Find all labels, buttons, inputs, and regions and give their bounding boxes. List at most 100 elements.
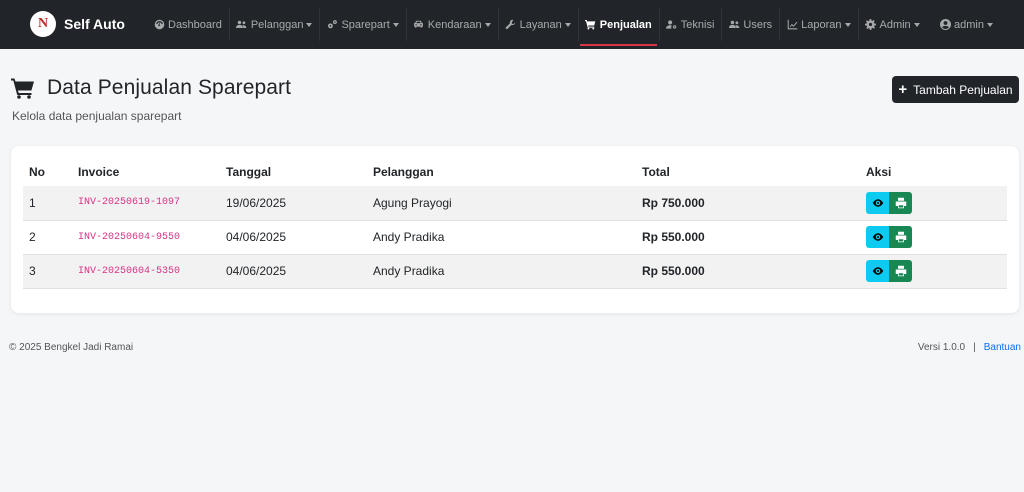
cell-invoice: INV-20250604-5350 — [72, 254, 220, 289]
nav-menu: Dashboard Pelanggan Sparepart Kendaraan … — [146, 0, 927, 49]
eye-icon — [872, 199, 883, 207]
column-header-invoice: Invoice — [78, 165, 120, 179]
help-link[interactable]: Bantuan — [984, 342, 1021, 353]
column-header-pelanggan: Pelanggan — [373, 165, 434, 179]
user-circle-icon — [939, 19, 951, 31]
cell-tanggal: 04/06/2025 — [220, 254, 367, 289]
nav-item-label: Users — [743, 18, 773, 31]
brand-logo-icon: N — [30, 11, 56, 37]
caret-down-icon — [844, 22, 851, 27]
add-sale-button-label: Tambah Penjualan — [913, 82, 1013, 97]
caret-down-icon — [484, 22, 491, 27]
cell-pelanggan: Andy Pradika — [367, 254, 636, 289]
column-header-total: Total — [642, 165, 670, 179]
nav-item-pelanggan[interactable]: Pelanggan — [228, 0, 320, 49]
print-button[interactable] — [889, 191, 912, 214]
table-row: 1 INV-20250619-1097 19/06/2025 Agung Pra… — [23, 186, 1007, 221]
brand[interactable]: N Self Auto — [30, 11, 125, 37]
view-button[interactable] — [866, 191, 889, 214]
table-row: 2 INV-20250604-9550 04/06/2025 Andy Prad… — [23, 220, 1007, 255]
users-icon — [728, 19, 740, 31]
cart-icon — [11, 78, 34, 99]
column-header-tanggal: Tanggal — [226, 165, 272, 179]
eye-icon — [872, 233, 883, 241]
eye-icon — [872, 267, 883, 275]
footer-copyright: © 2025 Bengkel Jadi Ramai — [9, 342, 134, 353]
caret-down-icon — [392, 22, 399, 27]
users-icon — [236, 19, 248, 31]
nav-item-kendaraan[interactable]: Kendaraan — [405, 0, 498, 49]
add-sale-button[interactable]: + Tambah Penjualan — [892, 76, 1019, 103]
user-gear-icon — [666, 19, 678, 31]
table-header-row: No Invoice Tanggal Pelanggan Total Aksi — [23, 158, 1007, 186]
caret-down-icon — [564, 22, 571, 27]
cell-tanggal: 19/06/2025 — [220, 186, 367, 221]
nav-item-sparepart[interactable]: Sparepart — [319, 0, 405, 49]
chart-icon — [786, 19, 798, 31]
page-subtitle: Kelola data penjualan sparepart — [12, 109, 182, 123]
cell-invoice: INV-20250604-9550 — [72, 220, 220, 255]
cell-tanggal: 04/06/2025 — [220, 220, 367, 255]
view-button[interactable] — [866, 226, 889, 248]
footer-links: Versi 1.0.0 | Bantuan — [918, 342, 1021, 353]
nav-item-label: Sparepart — [341, 18, 390, 31]
view-button[interactable] — [866, 260, 889, 282]
user-menu-label: admin — [954, 18, 984, 31]
cell-aksi — [860, 254, 1007, 289]
column-header-aksi: Aksi — [866, 165, 892, 179]
cell-no: 2 — [23, 220, 72, 255]
printer-icon — [895, 197, 906, 208]
car-icon — [413, 19, 425, 31]
cell-no: 1 — [23, 186, 72, 221]
caret-down-icon — [306, 22, 313, 27]
print-button[interactable] — [889, 226, 912, 248]
cell-pelanggan: Agung Prayogi — [367, 186, 636, 221]
nav-item-layanan[interactable]: Layanan — [497, 0, 578, 49]
table-row: 3 INV-20250604-5350 04/06/2025 Andy Prad… — [23, 254, 1007, 289]
cell-no: 3 — [23, 254, 72, 289]
cogs-icon — [326, 19, 338, 31]
nav-item-label: Laporan — [801, 18, 842, 31]
nav-item-admin[interactable]: Admin — [857, 0, 927, 49]
cell-invoice: INV-20250619-1097 — [72, 186, 220, 221]
nav-item-label: Penjualan — [599, 18, 652, 31]
plus-icon: + — [898, 81, 908, 98]
cell-pelanggan: Andy Pradika — [367, 220, 636, 255]
printer-icon — [895, 265, 906, 277]
nav-item-label: Dashboard — [168, 18, 222, 31]
page-header: Data Penjualan Sparepart — [11, 76, 291, 100]
footer-version: Versi 1.0.0 — [917, 342, 966, 353]
sales-table-card: No Invoice Tanggal Pelanggan Total Aksi … — [11, 146, 1019, 313]
column-header-no: No — [29, 165, 45, 179]
nav-item-laporan[interactable]: Laporan — [779, 0, 857, 49]
nav-item-label: Admin — [879, 18, 911, 31]
navbar: N Self Auto Dashboard Pelanggan Sparepar… — [0, 0, 1024, 49]
cell-total: Rp 750.000 — [636, 186, 860, 221]
brand-name: Self Auto — [64, 16, 125, 32]
cell-total: Rp 550.000 — [636, 220, 860, 255]
cart-icon — [585, 19, 597, 31]
nav-item-teknisi[interactable]: Teknisi — [658, 0, 722, 49]
gauge-icon — [153, 19, 165, 31]
nav-item-label: Pelanggan — [250, 18, 304, 31]
nav-item-dashboard[interactable]: Dashboard — [146, 0, 229, 49]
nav-item-label: Layanan — [519, 18, 562, 31]
nav-item-penjualan[interactable]: Penjualan — [577, 0, 659, 49]
cell-total: Rp 550.000 — [636, 254, 860, 289]
footer-separator: | — [973, 342, 976, 353]
brand-logo-letter: N — [37, 16, 49, 31]
page-title: Data Penjualan Sparepart — [47, 76, 292, 99]
sales-table: No Invoice Tanggal Pelanggan Total Aksi … — [23, 158, 1007, 289]
cell-aksi — [860, 186, 1007, 221]
nav-item-label: Kendaraan — [427, 18, 482, 31]
wrench-icon — [505, 19, 517, 31]
gear-icon — [865, 19, 877, 31]
nav-item-users[interactable]: Users — [721, 0, 779, 49]
nav-item-label: Teknisi — [680, 18, 715, 31]
printer-icon — [895, 231, 906, 243]
cell-aksi — [860, 220, 1007, 255]
caret-down-icon — [987, 22, 993, 27]
print-button[interactable] — [889, 260, 912, 282]
caret-down-icon — [913, 22, 920, 27]
user-menu[interactable]: admin — [939, 0, 993, 49]
